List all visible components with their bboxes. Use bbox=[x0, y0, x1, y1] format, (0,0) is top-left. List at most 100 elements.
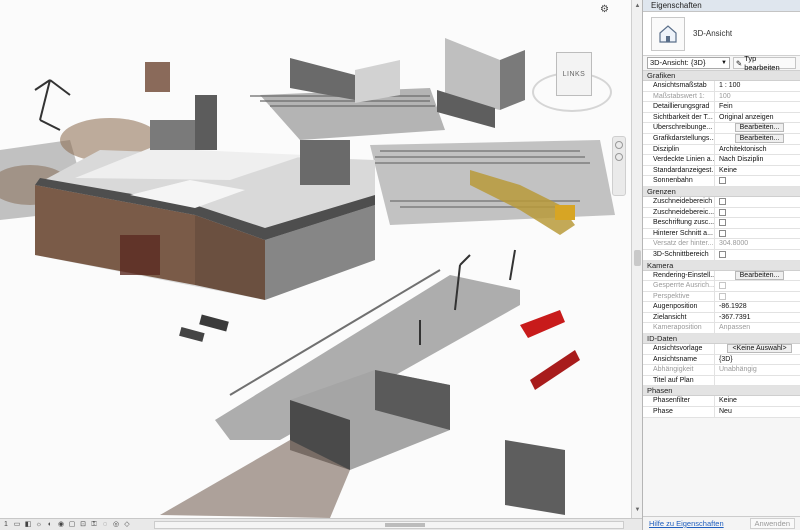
temporary-hide-icon[interactable]: ◌ bbox=[101, 521, 109, 529]
property-value[interactable]: 304.8000 bbox=[715, 239, 800, 249]
navigation-bar[interactable] bbox=[612, 136, 626, 196]
property-value[interactable] bbox=[715, 376, 800, 386]
property-row[interactable]: Disziplin Architektonisch bbox=[643, 144, 800, 156]
viewport-vertical-scrollbar[interactable]: ▲ ▼ bbox=[631, 0, 642, 518]
checkbox[interactable] bbox=[719, 197, 726, 205]
scroll-up-icon[interactable]: ▲ bbox=[633, 1, 642, 11]
detail-level-icon[interactable]: ▭ bbox=[13, 521, 21, 529]
property-value[interactable]: Neu bbox=[715, 407, 800, 417]
lock-view-icon[interactable]: ⚿ bbox=[90, 521, 98, 529]
property-row[interactable]: Verdeckte Linien a... Nach Disziplin bbox=[643, 155, 800, 166]
property-value[interactable]: Bearbeiten... bbox=[715, 133, 800, 144]
view-close-icon[interactable]: ⚙ bbox=[600, 4, 609, 15]
property-value[interactable] bbox=[715, 218, 800, 228]
property-value[interactable]: Fein bbox=[715, 102, 800, 112]
section-grafiken[interactable]: Grafiken bbox=[643, 71, 800, 81]
viewport-horizontal-scrollbar[interactable] bbox=[154, 520, 624, 529]
property-value[interactable]: -86.1928 bbox=[715, 302, 800, 312]
analytical-model-icon[interactable]: ◇ bbox=[123, 521, 131, 529]
edit-type-button[interactable]: ✎ Typ bearbeiten bbox=[732, 54, 796, 72]
checkbox[interactable] bbox=[719, 282, 726, 290]
property-row[interactable]: Phasenfilter Keine bbox=[643, 396, 800, 408]
visual-style-icon[interactable]: ◧ bbox=[24, 521, 32, 529]
steering-wheel-icon[interactable] bbox=[615, 141, 623, 149]
property-row[interactable]: Überschreibunge... Bearbeiten... bbox=[643, 123, 800, 134]
edit-button[interactable]: <Keine Auswahl> bbox=[727, 344, 792, 354]
property-value[interactable] bbox=[715, 250, 800, 260]
property-row[interactable]: Ansichtsname {3D} bbox=[643, 354, 800, 366]
property-row[interactable]: Beschriftung zusc... bbox=[643, 218, 800, 229]
property-row[interactable]: Grafikdarstellungs... Bearbeiten... bbox=[643, 133, 800, 145]
property-row[interactable]: Sichtbarkeit der T... Original anzeigen bbox=[643, 112, 800, 124]
property-row[interactable]: Zuschneidebereic... bbox=[643, 207, 800, 219]
property-row[interactable]: Abhängigkeit Unabhängig bbox=[643, 365, 800, 376]
section-kamera[interactable]: Kamera bbox=[643, 260, 800, 271]
apply-button[interactable]: Anwenden bbox=[749, 518, 795, 529]
property-value[interactable] bbox=[715, 292, 800, 302]
properties-help-link[interactable]: Hilfe zu Eigenschaften bbox=[649, 519, 724, 528]
zoom-icon[interactable] bbox=[615, 153, 623, 161]
sun-path-icon[interactable]: ☼ bbox=[35, 521, 43, 529]
property-value[interactable]: Bearbeiten... bbox=[715, 270, 800, 281]
render-icon[interactable]: ◉ bbox=[57, 521, 65, 529]
edit-button[interactable]: Bearbeiten... bbox=[734, 270, 785, 280]
property-value[interactable] bbox=[715, 197, 800, 207]
property-value[interactable] bbox=[715, 229, 800, 239]
checkbox[interactable] bbox=[719, 229, 726, 237]
property-value[interactable]: Anpassen bbox=[715, 323, 800, 333]
property-row[interactable]: Gesperrte Ausrich... bbox=[643, 281, 800, 292]
checkbox[interactable] bbox=[719, 208, 726, 216]
property-value[interactable]: Architektonisch bbox=[715, 145, 800, 155]
property-value[interactable]: Unabhängig bbox=[715, 365, 800, 375]
property-value[interactable]: Original anzeigen bbox=[715, 113, 800, 123]
property-value[interactable] bbox=[715, 281, 800, 291]
property-row[interactable]: 3D-Schnittbereich bbox=[643, 249, 800, 261]
property-value[interactable]: {3D} bbox=[715, 355, 800, 365]
scrollbar-thumb[interactable] bbox=[634, 250, 641, 266]
scale-icon[interactable]: 1 bbox=[2, 521, 10, 529]
property-row[interactable]: Rendering-Einstell... Bearbeiten... bbox=[643, 270, 800, 282]
property-row[interactable]: Titel auf Plan bbox=[643, 375, 800, 387]
3d-viewport[interactable]: ⚙ LINKS bbox=[0, 0, 631, 518]
reveal-hidden-icon[interactable]: ◎ bbox=[112, 521, 120, 529]
property-row[interactable]: Zielansicht -367.7391 bbox=[643, 312, 800, 324]
edit-button[interactable]: Bearbeiten... bbox=[734, 133, 785, 143]
property-row[interactable]: Perspektive bbox=[643, 291, 800, 303]
property-row[interactable]: Phase Neu bbox=[643, 407, 800, 418]
section-grenzen[interactable]: Grenzen bbox=[643, 186, 800, 197]
edit-button[interactable]: Bearbeiten... bbox=[734, 123, 785, 133]
property-value[interactable]: Nach Disziplin bbox=[715, 155, 800, 165]
viewcube-face[interactable]: LINKS bbox=[556, 52, 592, 96]
property-row[interactable]: Maßstabswert 1: 100 bbox=[643, 91, 800, 103]
type-selector-preview[interactable]: 3D-Ansicht bbox=[643, 12, 800, 56]
property-value[interactable] bbox=[715, 208, 800, 218]
scroll-down-icon[interactable]: ▼ bbox=[633, 505, 642, 515]
property-row[interactable]: Sonnenbahn bbox=[643, 176, 800, 187]
property-value[interactable]: 100 bbox=[715, 92, 800, 102]
checkbox[interactable] bbox=[719, 177, 726, 185]
section-phasen[interactable]: Phasen bbox=[643, 386, 800, 397]
property-row[interactable]: Ansichtsmaßstab 1 : 100 bbox=[643, 81, 800, 92]
property-value[interactable]: 1 : 100 bbox=[715, 81, 800, 91]
property-row[interactable]: Kameraposition Anpassen bbox=[643, 323, 800, 335]
checkbox[interactable] bbox=[719, 250, 726, 258]
property-row[interactable]: Ansichtsvorlage <Keine Auswahl> bbox=[643, 344, 800, 355]
property-value[interactable]: Keine bbox=[715, 166, 800, 176]
property-value[interactable]: <Keine Auswahl> bbox=[715, 344, 800, 354]
property-value[interactable]: Keine bbox=[715, 396, 800, 406]
property-value[interactable]: -367.7391 bbox=[715, 313, 800, 323]
property-row[interactable]: Versatz der hinter... 304.8000 bbox=[643, 239, 800, 250]
property-row[interactable]: Detaillierungsgrad Fein bbox=[643, 102, 800, 113]
property-row[interactable]: Augenposition -86.1928 bbox=[643, 302, 800, 313]
show-crop-icon[interactable]: ⊡ bbox=[79, 521, 87, 529]
property-row[interactable]: Hinterer Schnitt a... bbox=[643, 228, 800, 240]
scrollbar-thumb[interactable] bbox=[385, 522, 425, 527]
shadows-icon[interactable]: ◐ bbox=[46, 521, 54, 529]
viewcube[interactable]: LINKS bbox=[532, 50, 612, 120]
property-value[interactable]: Bearbeiten... bbox=[715, 123, 800, 133]
section-id-daten[interactable]: ID-Daten bbox=[643, 334, 800, 345]
view-instance-dropdown[interactable]: 3D-Ansicht: {3D} ▼ bbox=[647, 57, 730, 69]
checkbox[interactable] bbox=[719, 292, 726, 300]
property-row[interactable]: Standardanzeigest... Keine bbox=[643, 165, 800, 177]
property-value[interactable] bbox=[715, 176, 800, 186]
